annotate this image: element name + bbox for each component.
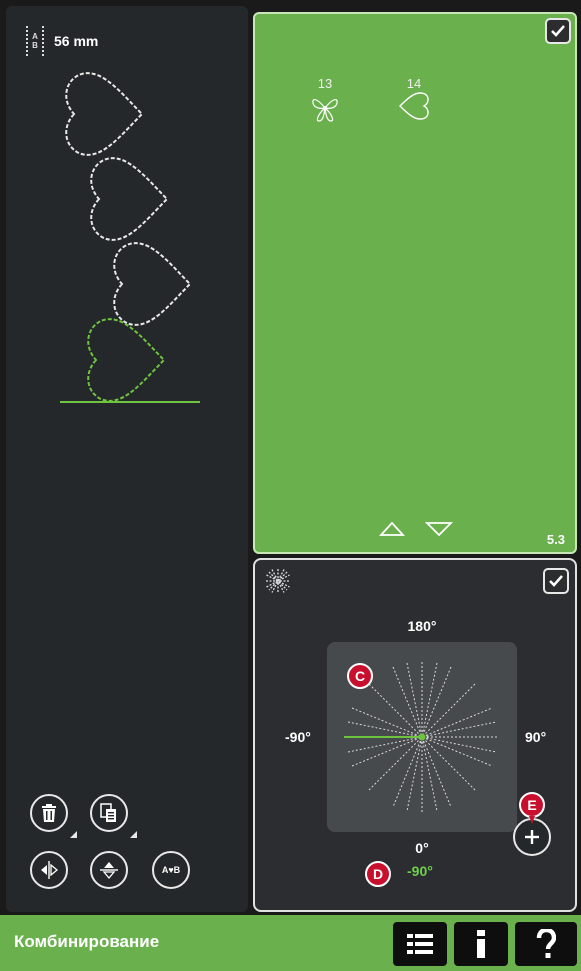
checkmark-icon	[551, 25, 565, 37]
stitch-item-13[interactable]: 13	[305, 76, 345, 130]
sequence-length-value: 56 mm	[54, 33, 99, 49]
current-angle-value: -90°	[407, 863, 433, 879]
stitch-sequence-preview[interactable]	[46, 66, 206, 411]
plus-icon	[525, 830, 539, 844]
stitch-menu-panel: 13 14 5.3	[253, 12, 577, 554]
list-icon	[407, 934, 433, 954]
angle-label-90: 90°	[525, 729, 547, 745]
mode-title: Комбинирование	[14, 932, 160, 951]
angle-dial-center	[418, 733, 426, 741]
angle-label-0: 0°	[415, 840, 429, 856]
scroll-down-button[interactable]	[425, 520, 453, 538]
angle-label-180: 180°	[407, 618, 437, 634]
sequence-panel: AB 56 mm A♥B	[6, 6, 248, 912]
angle-confirm-button[interactable]	[543, 568, 569, 594]
star-angle-icon	[266, 569, 290, 593]
heart-stitch-selected	[87, 318, 166, 402]
mirror-end-icon	[100, 862, 118, 880]
info-button[interactable]	[454, 922, 508, 966]
trash-icon	[42, 804, 56, 822]
stitch-menu-confirm-button[interactable]	[545, 18, 571, 44]
duplicate-button[interactable]	[90, 794, 128, 832]
stitch-angle-panel: 180° -90° 90° 0° -90° C D E	[253, 558, 577, 912]
mirror-side-icon	[41, 861, 59, 879]
heart-stitch-1	[65, 72, 144, 156]
heart-stitch-2	[90, 157, 169, 241]
sequence-length-readout: AB 56 mm	[26, 26, 98, 56]
stitch-menu-page-number: 5.3	[546, 532, 565, 547]
callout-e-marker: E	[519, 792, 545, 824]
scroll-up-button[interactable]	[379, 520, 405, 538]
menu-list-button[interactable]	[393, 922, 447, 966]
mirror-side-button[interactable]	[30, 851, 68, 889]
duplicate-options-indicator	[130, 831, 137, 838]
help-button[interactable]	[515, 922, 577, 966]
abc-length-icon: AB	[26, 26, 44, 56]
stitch-number: 13	[317, 76, 333, 91]
callout-e: E	[519, 792, 545, 818]
angle-label-minus-90: -90°	[285, 729, 311, 745]
sequence-button[interactable]: A♥B	[152, 851, 190, 889]
butterfly-stitch-icon	[312, 98, 338, 122]
stitch-item-14[interactable]: 14	[392, 76, 436, 126]
callout-c: C	[347, 663, 373, 689]
duplicate-icon	[100, 803, 116, 822]
heart-stitch-3	[113, 242, 192, 326]
checkmark-icon	[549, 575, 563, 587]
delete-button[interactable]	[30, 794, 68, 832]
sequence-icon: A♥B	[161, 865, 181, 875]
mirror-end-button[interactable]	[90, 851, 128, 889]
delete-options-indicator	[70, 831, 77, 838]
bottom-bar: Комбинирование	[0, 915, 581, 971]
info-icon	[477, 930, 485, 958]
help-icon	[536, 929, 556, 958]
stitch-number: 14	[406, 76, 422, 91]
heart-stitch-icon	[399, 92, 429, 120]
callout-d: D	[365, 861, 391, 887]
